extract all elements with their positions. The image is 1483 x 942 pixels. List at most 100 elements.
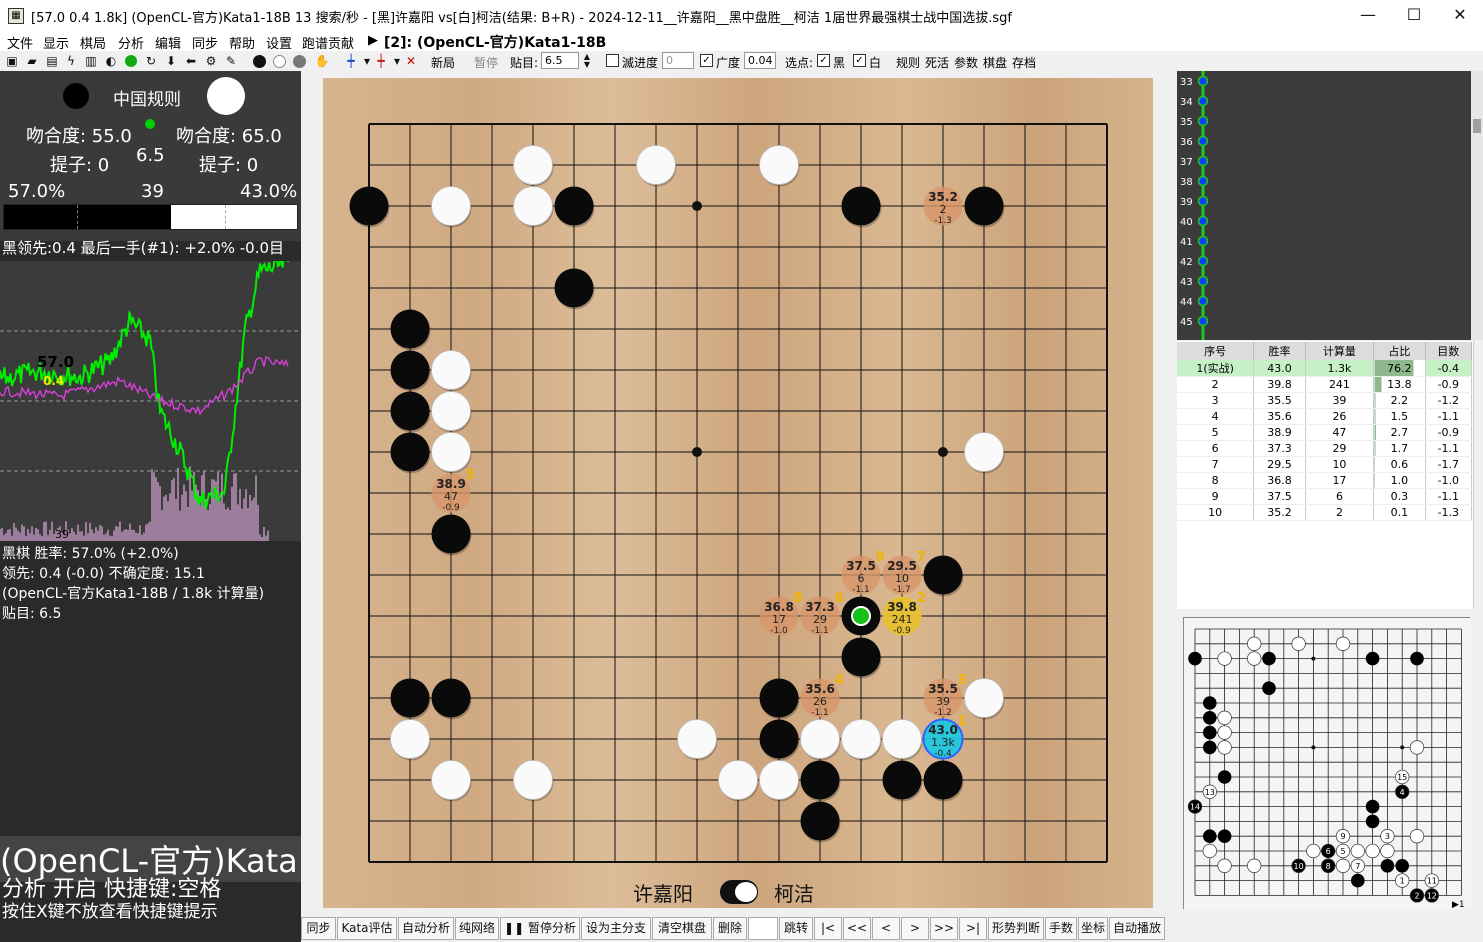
bottom-button[interactable]: << (843, 917, 871, 940)
black-stone[interactable] (759, 719, 799, 759)
komi-input[interactable]: 6.5 (541, 52, 579, 69)
menu-view[interactable]: 显示 (43, 33, 69, 52)
white-stone[interactable] (513, 186, 553, 226)
engine-label[interactable]: [2]: (OpenCL-官方)Kata1-18B (384, 32, 606, 52)
white-stone[interactable] (841, 719, 881, 759)
width-input[interactable]: 0.04 (744, 52, 776, 69)
bottom-button[interactable]: |< (814, 917, 842, 940)
black-stone[interactable] (390, 678, 430, 718)
white-stone[interactable] (513, 145, 553, 185)
column-header[interactable]: 胜率 (1253, 342, 1306, 360)
progress-input[interactable]: 0 (662, 52, 694, 69)
white-stone[interactable] (431, 186, 471, 226)
flash-icon[interactable]: ϟ (63, 53, 79, 69)
black-stone[interactable] (431, 514, 471, 554)
new-game-icon[interactable]: ▣ (4, 53, 20, 69)
white-stone[interactable] (718, 760, 758, 800)
move-node[interactable] (1197, 175, 1209, 187)
black-stone[interactable] (841, 637, 881, 677)
bottom-button[interactable]: 纯网络 (455, 917, 499, 940)
move-node[interactable] (1197, 195, 1209, 207)
move-node[interactable] (1197, 235, 1209, 247)
refresh-icon[interactable]: ↻ (143, 53, 159, 69)
table-row[interactable]: 10 35.2 2 0.1 -1.3 (1177, 504, 1473, 521)
black-stone-icon[interactable] (251, 53, 267, 69)
pause-button[interactable]: 暂停 (474, 54, 498, 71)
new-game-button[interactable]: 新局 (431, 54, 455, 71)
select-white-checkbox[interactable]: ✓ (853, 54, 866, 67)
table-row[interactable]: 3 35.5 39 2.2 -1.2 (1177, 392, 1473, 409)
rules-button[interactable]: 规则 (896, 54, 920, 71)
menu-file[interactable]: 文件 (7, 33, 33, 52)
candidate-move[interactable]: 29.510-1.7 7 (882, 550, 926, 595)
bottom-button[interactable]: 自动分析 (398, 917, 454, 940)
candidate-move[interactable]: 37.329-1.1 6 (800, 591, 844, 636)
move-node[interactable] (1197, 135, 1209, 147)
hand-icon[interactable]: ✋ (314, 53, 330, 69)
candidate-move[interactable]: 35.539-1.2 3 (923, 673, 967, 718)
table-row[interactable]: 8 36.8 17 1.0 -1.0 (1177, 472, 1473, 489)
engine-green-icon[interactable] (123, 53, 139, 69)
black-stone[interactable] (800, 760, 840, 800)
white-stone[interactable] (964, 432, 1004, 472)
alternate-stone-icon[interactable] (291, 53, 307, 69)
select-black-checkbox[interactable]: ✓ (817, 54, 830, 67)
candidate-move[interactable]: 35.626-1.1 4 (800, 673, 844, 718)
white-stone[interactable] (759, 760, 799, 800)
black-stone[interactable] (800, 801, 840, 841)
move-list[interactable]: 33 34 35 36 37 38 39 40 41 42 43 44 45 (1177, 71, 1471, 340)
column-header[interactable]: 目数 (1425, 342, 1473, 360)
move-node[interactable] (1197, 295, 1209, 307)
white-stone[interactable] (390, 719, 430, 759)
black-stone[interactable] (923, 555, 963, 595)
clear-marks-icon[interactable]: ✕ (403, 53, 419, 69)
move-node[interactable] (1197, 275, 1209, 287)
chart-icon[interactable]: ▥ (83, 53, 99, 69)
move-node[interactable] (1197, 255, 1209, 267)
white-stone[interactable] (431, 432, 471, 472)
move-node[interactable] (1197, 75, 1209, 87)
back-arrow-icon[interactable]: ⬅ (183, 53, 199, 69)
jump-input[interactable] (748, 917, 778, 940)
menu-edit[interactable]: 编辑 (155, 33, 181, 52)
menu-help[interactable]: 帮助 (229, 33, 255, 52)
candidate-move[interactable]: 37.56-1.1 9 (841, 550, 885, 595)
white-stone[interactable] (677, 719, 717, 759)
minimize-button[interactable]: — (1345, 0, 1391, 32)
column-header[interactable]: 计算量 (1305, 342, 1375, 360)
bottom-button[interactable]: 设为主分支 (581, 917, 651, 940)
move-node[interactable] (1197, 115, 1209, 127)
black-stone[interactable] (349, 186, 389, 226)
black-stone[interactable] (390, 432, 430, 472)
black-stone[interactable] (554, 268, 594, 308)
black-stone[interactable] (554, 186, 594, 226)
column-header[interactable]: 占比 (1373, 342, 1426, 360)
white-stone[interactable] (882, 719, 922, 759)
white-stone[interactable] (431, 760, 471, 800)
menu-game[interactable]: 棋局 (80, 33, 106, 52)
table-row[interactable]: 6 37.3 29 1.7 -1.1 (1177, 440, 1473, 457)
bottom-button[interactable]: 删除 (713, 917, 747, 940)
black-stone[interactable] (390, 391, 430, 431)
table-row[interactable]: 4 35.6 26 1.5 -1.1 (1177, 408, 1473, 425)
bottom-button[interactable]: > (901, 917, 929, 940)
bottom-button[interactable]: 跳转 (779, 917, 813, 940)
maximize-button[interactable]: ☐ (1391, 0, 1437, 32)
black-stone[interactable] (759, 678, 799, 718)
red-marker-icon[interactable]: ┿ (373, 53, 389, 69)
black-stone[interactable] (431, 678, 471, 718)
move-node[interactable] (1197, 155, 1209, 167)
menu-contribute[interactable]: 跑谱贡献 (302, 33, 354, 52)
white-stone[interactable] (759, 145, 799, 185)
save-game-button[interactable]: 存档 (1012, 54, 1036, 71)
white-stone[interactable] (513, 760, 553, 800)
table-row[interactable]: 5 38.9 47 2.7 -0.9 (1177, 424, 1473, 441)
table-row[interactable]: 2 39.8 241 13.8 -0.9 (1177, 376, 1473, 393)
settings-icon[interactable]: ⚙ (203, 53, 219, 69)
winrate-graph[interactable]: 57.0 0.4 39 (0, 261, 301, 541)
engine-arrow-icon[interactable]: ▶ (368, 33, 378, 48)
width-checkbox[interactable]: ✓ (700, 54, 713, 67)
menu-analysis[interactable]: 分析 (118, 33, 144, 52)
candidate-move[interactable]: 35.22-1.3 (923, 186, 963, 227)
table-row[interactable]: 1(实战) 43.0 1.3k 76.2 -0.4 (1177, 360, 1473, 377)
